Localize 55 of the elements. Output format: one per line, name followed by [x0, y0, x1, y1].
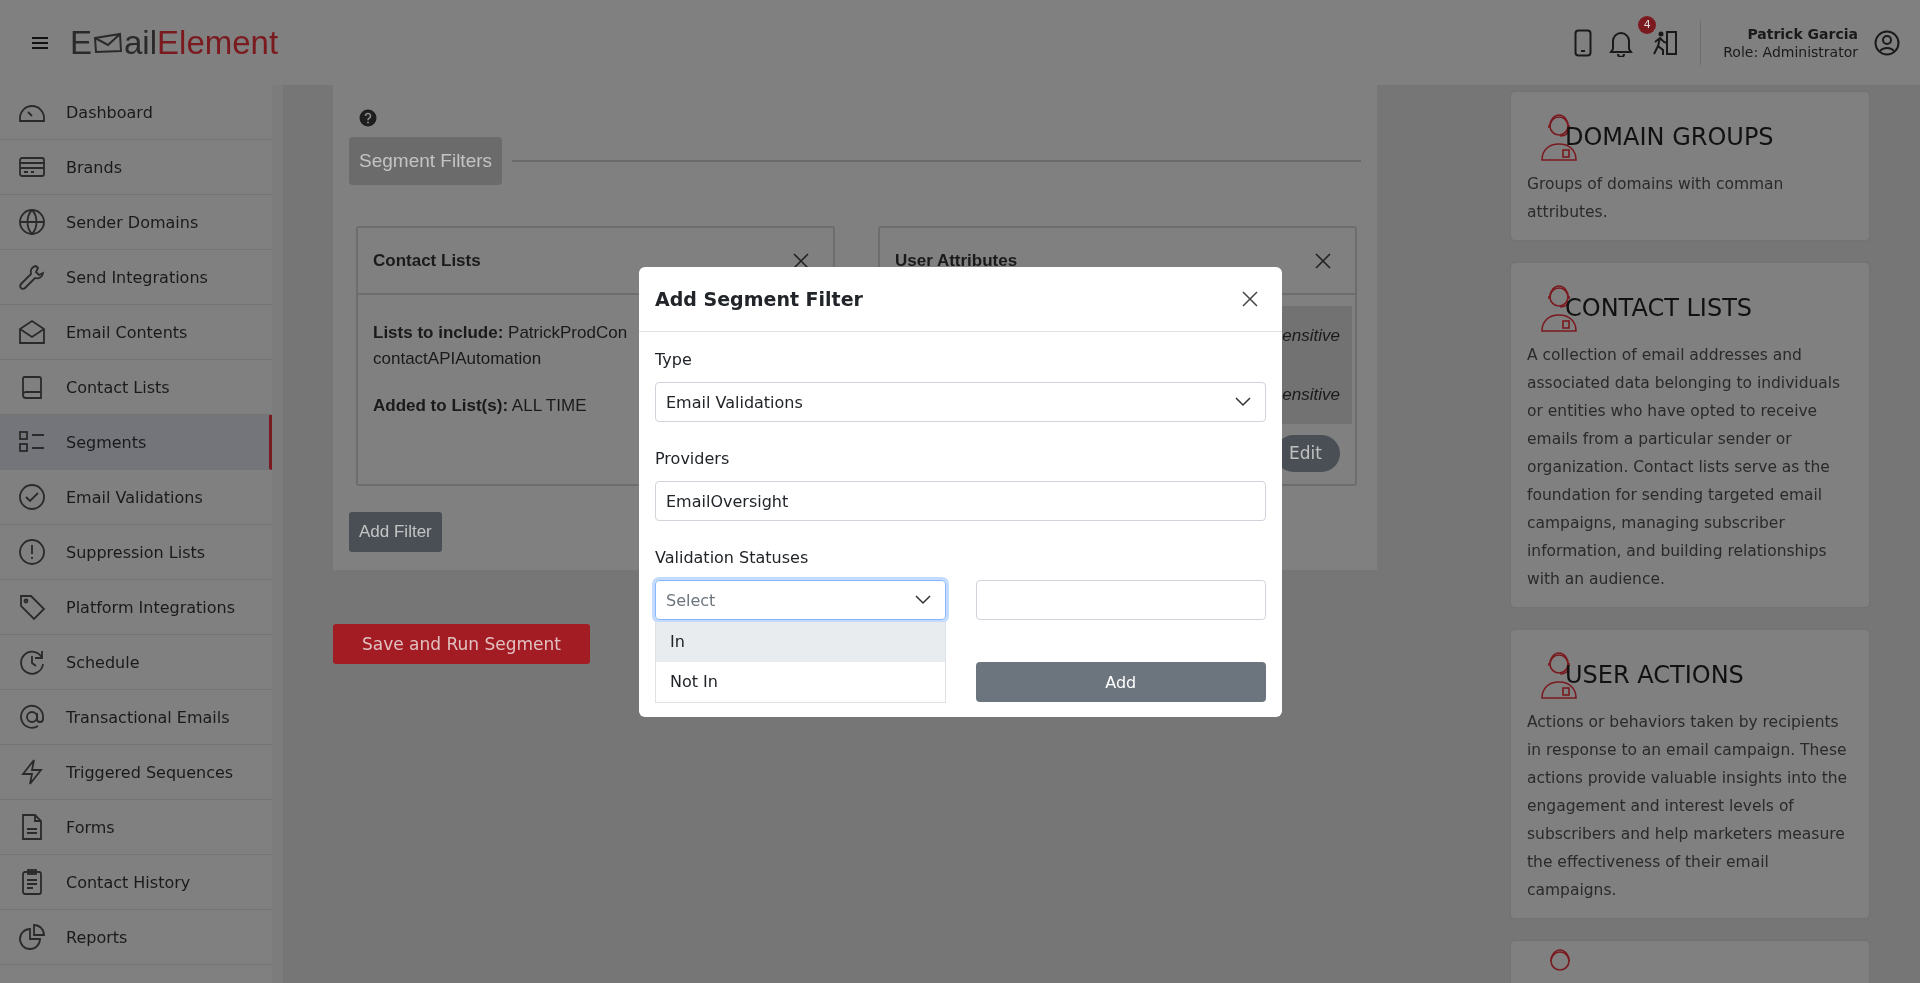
info-card-text: Actions or behaviors taken by recipients in response to an email campaign. These actions provide valuable insights into the engagement and interest levels of subscribers and help marketers measure the effectiveness of their email campaigns.	[1527, 712, 1849, 901]
exit-icon[interactable]	[1650, 28, 1679, 57]
field-label: Type	[655, 350, 692, 369]
attribute-text: ensitive	[1282, 325, 1340, 346]
add-button[interactable]: Add	[975, 662, 1266, 702]
field-label: Validation Statuses	[655, 548, 809, 567]
sidebar-item[interactable]: Sender Domains	[0, 195, 272, 250]
nav-icon	[18, 483, 46, 511]
status-value-field[interactable]	[975, 580, 1266, 620]
info-card-title: CONTACT LISTS	[1565, 294, 1753, 322]
nav-icon	[18, 263, 46, 291]
type-select[interactable]: Email Validations	[655, 382, 1266, 422]
close-icon[interactable]	[1242, 291, 1258, 307]
filter-text: Added to List(s): ALL TIME	[373, 395, 587, 417]
info-card-title: USER ACTIONS	[1565, 661, 1744, 689]
nav-icon	[18, 758, 46, 786]
help-icon[interactable]	[359, 109, 377, 127]
filter-text: Lists to include: PatrickProdCon	[373, 322, 628, 344]
nav-icon	[18, 923, 46, 951]
menu-icon[interactable]	[32, 36, 48, 49]
card-title: Contact Lists	[373, 250, 481, 271]
add-filter-button[interactable]: Add Filter	[349, 512, 442, 552]
info-card-text: Groups of domains with comman attributes.	[1527, 174, 1785, 223]
nav-icon	[18, 318, 46, 346]
status-select[interactable]: Select	[655, 580, 946, 620]
user-role: Role: Administrator	[1723, 42, 1858, 61]
notification-badge: 4	[1638, 15, 1657, 34]
nav-icon	[18, 648, 46, 676]
sidebar-item[interactable]: Brands	[0, 140, 272, 195]
segment-filters-button[interactable]: Segment Filters	[349, 137, 503, 185]
info-card-text: A collection of email addresses and associated data belonging to individuals or entities who have opted to receive emails from a particular sender or organization. Contact lists serve as the foundation for sending targeted email campaigns, managing subscriber information, and building relationships with an audience.	[1527, 345, 1842, 590]
nav-icon	[18, 538, 46, 566]
dialog-title: Add Segment Filter	[655, 288, 863, 310]
nav-icon	[18, 593, 46, 621]
close-icon[interactable]	[793, 252, 809, 269]
card-title: User Attributes	[895, 250, 1018, 271]
attribute-text: ensitive	[1282, 384, 1340, 405]
nav-icon	[18, 703, 46, 731]
chevron-down-icon	[914, 595, 931, 605]
dropdown-option[interactable]: In	[656, 622, 945, 662]
sidebar-item[interactable]: Forms	[0, 800, 272, 855]
field-label: Providers	[655, 449, 730, 468]
providers-field[interactable]: EmailOversight	[655, 481, 1266, 521]
filter-text: contactAPIAutomation	[373, 348, 542, 370]
scrollbar[interactable]	[272, 85, 283, 983]
user-avatar-icon[interactable]	[1874, 29, 1900, 56]
user-name: Patrick Garcia	[1747, 24, 1858, 43]
info-card-title: DOMAIN GROUPS	[1565, 123, 1774, 151]
sidebar-item[interactable]: Contact History	[0, 855, 272, 910]
chevron-down-icon	[1235, 397, 1251, 407]
nav-icon	[18, 208, 46, 236]
save-and-run-button[interactable]: Save and Run Segment	[333, 624, 590, 664]
logo[interactable]: E ailElement	[70, 23, 279, 62]
sidebar-item[interactable]: Segments	[0, 415, 272, 470]
phone-icon[interactable]	[1574, 28, 1593, 57]
